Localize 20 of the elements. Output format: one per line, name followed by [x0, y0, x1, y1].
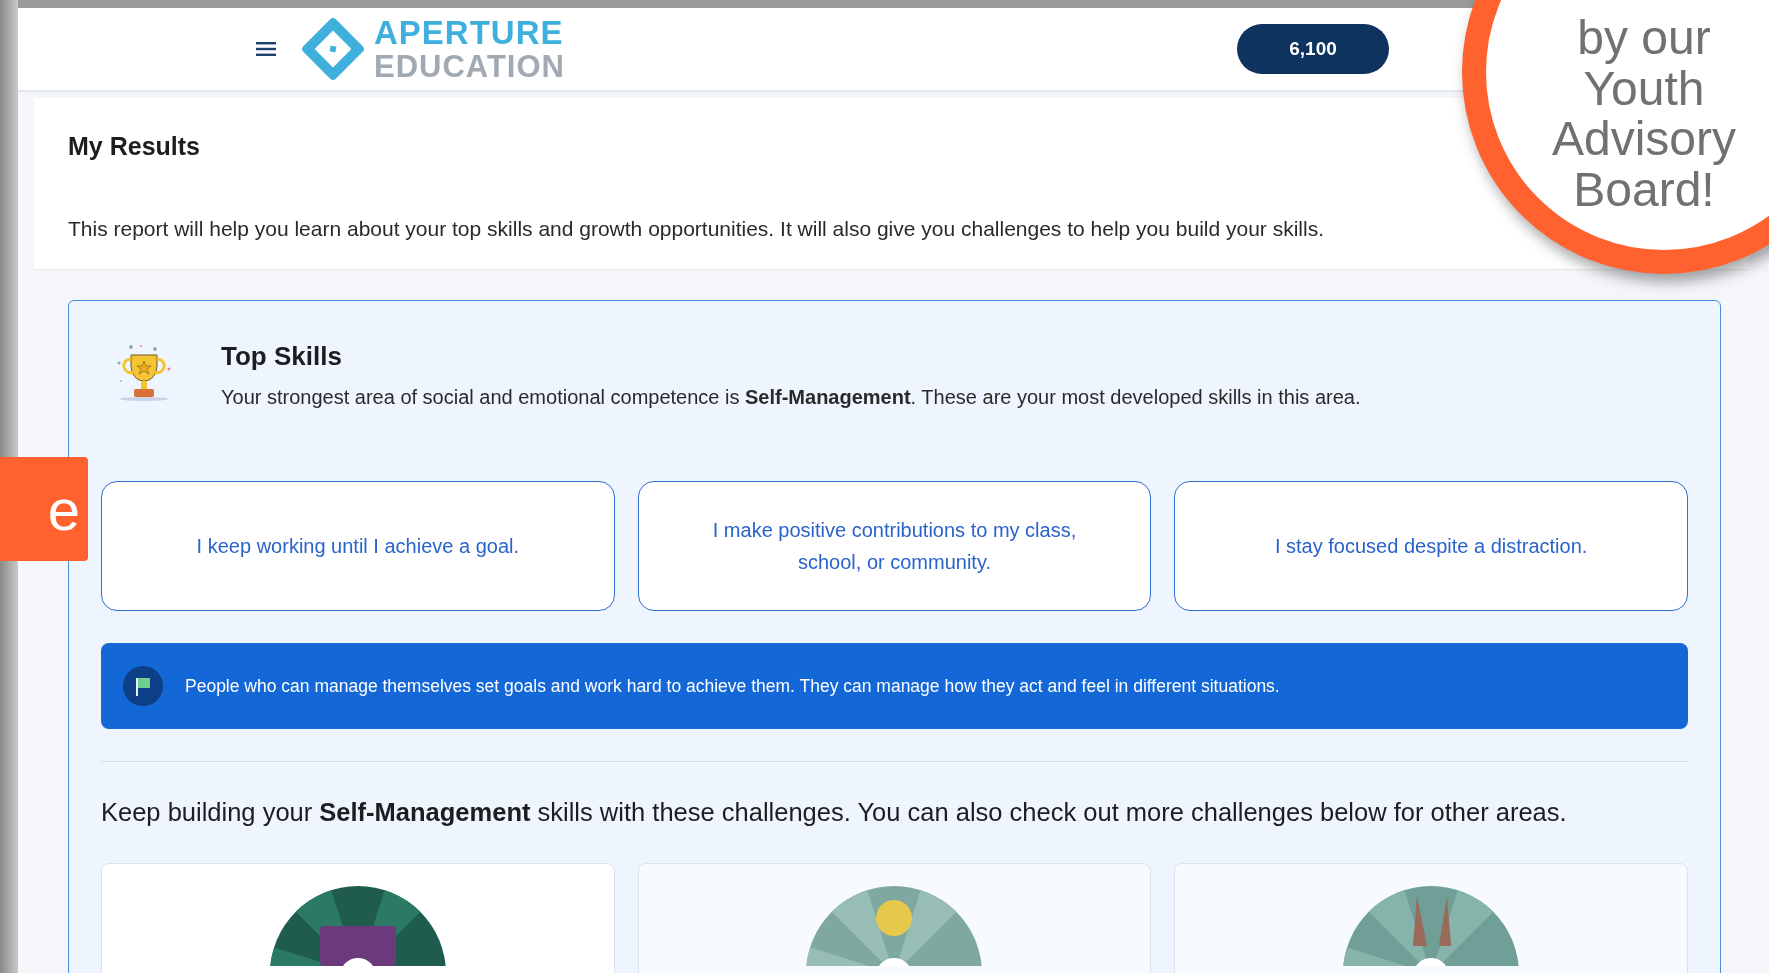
skill-card: I stay focused despite a distraction.	[1174, 481, 1688, 611]
points-badge: 6,100	[1237, 24, 1389, 74]
callout-text: Advisory	[1551, 114, 1737, 165]
page-title: My Results	[68, 132, 200, 161]
challenge-card[interactable]	[101, 863, 615, 973]
menu-icon[interactable]	[256, 42, 276, 56]
banner-text: People who can manage themselves set goals and work hard to achieve them. They can manage how they act and feel in different situations.	[185, 675, 1280, 697]
challenges-intro: Keep building your Self-Management skills with these challenges. You can also check out more challenges below for other areas.	[101, 798, 1568, 827]
skill-card: I make positive contributions to my class, school, or community.	[637, 481, 1152, 611]
logo-title: APERTURE	[374, 16, 565, 49]
section-title: Top Skills	[221, 341, 343, 372]
flag-icon	[123, 666, 163, 706]
callout-text: Board!	[1573, 164, 1715, 215]
results-description: This report will help you learn about your top skills and growth opportunities. It will also give you challenges to help you build your skills.	[68, 217, 1325, 241]
callout-tag: e	[0, 457, 88, 561]
callout-text: by our	[1577, 13, 1711, 64]
section-description: Your strongest area of social and emotional competence is Self-Management. These are your most developed skills in this area.	[221, 386, 1361, 409]
callout-text: Youth	[1583, 63, 1705, 115]
skill-card: I keep working until I achieve a goal.	[101, 481, 615, 611]
logo-subtitle: EDUCATION	[374, 51, 565, 82]
